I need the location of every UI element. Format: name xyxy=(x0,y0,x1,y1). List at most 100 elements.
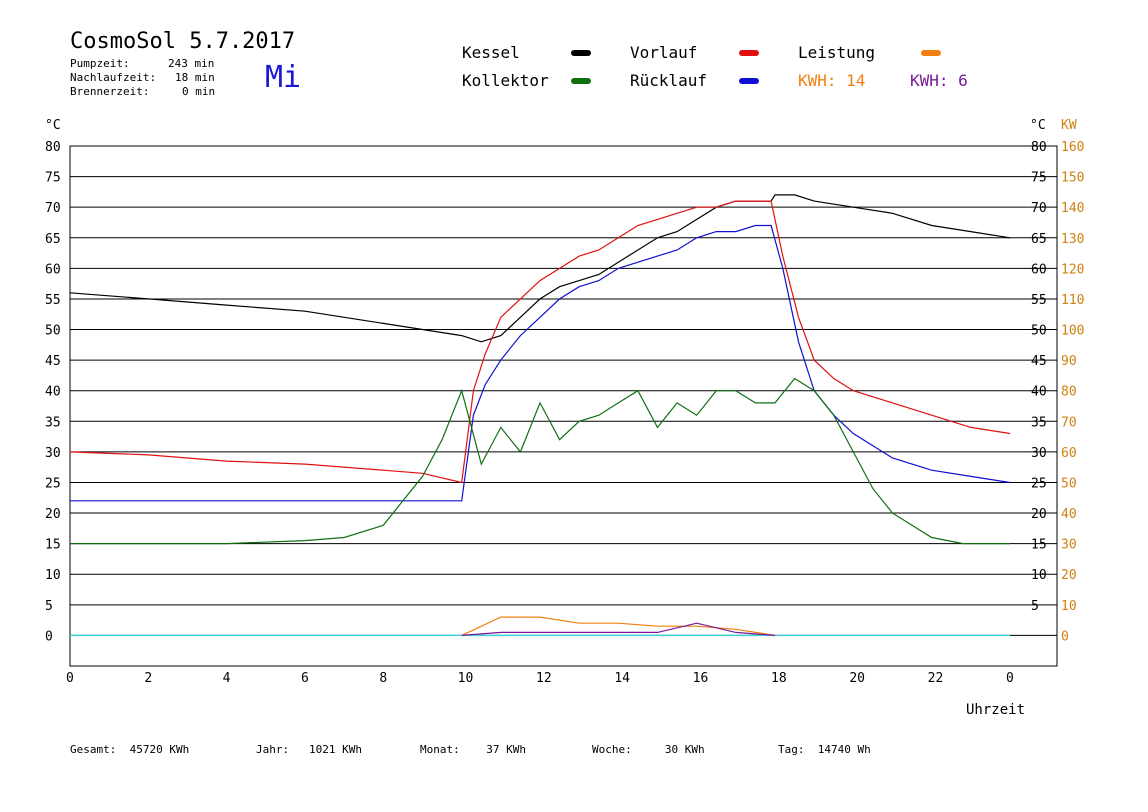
y-tick-label-right: 25 xyxy=(1031,476,1047,491)
y-tick-label: 5 xyxy=(45,599,53,614)
legend-kessel-swatch xyxy=(571,50,591,56)
x-tick-label: 4 xyxy=(223,671,231,686)
legend-vorlauf: Vorlauf xyxy=(630,43,698,62)
pumpzeit-value: 243 min xyxy=(168,57,215,70)
legend-kollektor: Kollektor xyxy=(462,71,549,90)
y-tick-label: 65 xyxy=(45,232,61,247)
legend-ruecklauf-swatch xyxy=(739,78,759,84)
x-tick-label: 0 xyxy=(1006,671,1014,686)
x-tick-label: 14 xyxy=(614,671,630,686)
y-axis-right-unit: °C xyxy=(1030,118,1046,133)
y-tick-label: 35 xyxy=(45,415,61,430)
series-lines xyxy=(69,194,1011,637)
y-axis-left-unit: °C xyxy=(45,118,61,133)
kw-tick-label: 0 xyxy=(1061,629,1069,644)
weekday-label: Mi xyxy=(265,60,302,95)
chart-svg: 05101520253035404550556065707580 5101520… xyxy=(45,118,1084,718)
kw-tick-label: 30 xyxy=(1061,538,1077,553)
x-tick-label: 0 xyxy=(66,671,74,686)
y-tick-label: 40 xyxy=(45,385,61,400)
y-tick-label: 55 xyxy=(45,293,61,308)
y-tick-label: 80 xyxy=(45,140,61,155)
legend-kwh-leistung: KWH: 14 xyxy=(798,71,866,90)
y-tick-label-right: 70 xyxy=(1031,201,1047,216)
kw-tick-label: 150 xyxy=(1061,171,1084,186)
y-axis-left: 0 5 10 15 20 25 30 35 40 45 50 55 60 65 70 75 80 xyxy=(45,140,61,644)
x-axis: 0 2 4 6 8 10 12 14 16 18 20 22 0 xyxy=(66,671,1014,686)
legend-ruecklauf: Rücklauf xyxy=(630,71,708,90)
y-tick-label: 50 xyxy=(45,324,61,339)
y-tick-label-right: 30 xyxy=(1031,446,1047,461)
x-tick-label: 22 xyxy=(928,671,944,686)
series-line-kollektor xyxy=(70,377,1010,545)
footer-gesamt: Gesamt: 45720 KWh xyxy=(70,743,190,756)
footer-jahr: Jahr: 1021 KWh xyxy=(256,743,362,756)
y-tick-label: 20 xyxy=(45,507,61,522)
y-tick-label-right: 40 xyxy=(1031,385,1047,400)
x-tick-label: 6 xyxy=(301,671,309,686)
kw-tick-label: 40 xyxy=(1061,507,1077,522)
legend-leistung: Leistung xyxy=(798,43,876,62)
brenner-value: 0 min xyxy=(182,85,216,98)
legend-kessel: Kessel xyxy=(462,43,520,62)
series-line-vorlauf xyxy=(69,200,1011,484)
kw-tick-label: 60 xyxy=(1061,446,1077,461)
y-tick-label: 30 xyxy=(45,446,61,461)
brenner-label: Brennerzeit: xyxy=(70,85,150,98)
footer-monat: Monat: 37 KWh xyxy=(420,743,526,756)
y-tick-label: 0 xyxy=(45,629,53,644)
kw-tick-label: 160 xyxy=(1061,140,1084,155)
y-tick-label-right: 60 xyxy=(1031,262,1047,277)
y-tick-label-right: 50 xyxy=(1031,324,1047,339)
legend-leistung-swatch xyxy=(921,50,941,56)
chart-title: CosmoSol 5.7.2017 xyxy=(70,29,296,54)
pumpzeit-label: Pumpzeit: xyxy=(70,57,130,70)
y-axis-kw: 0 10 20 30 40 50 60 70 80 90 100 110 120 130 140 150 160 xyxy=(1061,140,1084,644)
y-tick-label-right: 5 xyxy=(1031,599,1039,614)
kw-tick-label: 50 xyxy=(1061,476,1077,491)
x-axis-label: Uhrzeit xyxy=(966,702,1025,718)
series-line-kwh-6 xyxy=(461,622,776,636)
legend-vorlauf-swatch xyxy=(739,50,759,56)
kw-tick-label: 10 xyxy=(1061,599,1077,614)
y-axis-kw-unit: KW xyxy=(1061,118,1077,133)
kw-tick-label: 80 xyxy=(1061,385,1077,400)
nachlauf-value: 18 min xyxy=(175,71,215,84)
kw-tick-label: 100 xyxy=(1061,324,1084,339)
y-tick-label: 70 xyxy=(45,201,61,216)
x-tick-label: 12 xyxy=(536,671,552,686)
y-tick-label-right: 75 xyxy=(1031,171,1047,186)
x-tick-label: 10 xyxy=(458,671,474,686)
y-tick-label: 75 xyxy=(45,171,61,186)
y-tick-label-right: 65 xyxy=(1031,232,1047,247)
y-tick-label: 45 xyxy=(45,354,61,369)
y-tick-label-right: 15 xyxy=(1031,538,1047,553)
footer-woche: Woche: 30 KWh xyxy=(592,743,705,756)
legend-kollektor-swatch xyxy=(571,78,591,84)
y-tick-label: 15 xyxy=(45,538,61,553)
y-tick-label-right: 10 xyxy=(1031,568,1047,583)
y-tick-label: 25 xyxy=(45,476,61,491)
legend-kwh-second: KWH: 6 xyxy=(910,71,968,90)
y-tick-label: 10 xyxy=(45,568,61,583)
y-tick-label-right: 20 xyxy=(1031,507,1047,522)
kw-tick-label: 20 xyxy=(1061,568,1077,583)
nachlauf-label: Nachlaufzeit: xyxy=(70,71,157,84)
gridlines xyxy=(70,145,1057,636)
x-tick-label: 2 xyxy=(144,671,152,686)
x-tick-label: 8 xyxy=(379,671,387,686)
kw-tick-label: 70 xyxy=(1061,415,1077,430)
kw-tick-label: 130 xyxy=(1061,232,1084,247)
kw-tick-label: 140 xyxy=(1061,201,1084,216)
kw-tick-label: 120 xyxy=(1061,262,1084,277)
x-tick-label: 16 xyxy=(693,671,709,686)
y-tick-label-right: 80 xyxy=(1031,140,1047,155)
x-tick-label: 18 xyxy=(771,671,787,686)
y-tick-label: 60 xyxy=(45,262,61,277)
y-axis-right: 5 10 15 20 25 30 35 40 45 50 55 60 65 70 75 80 xyxy=(1031,140,1047,614)
kw-tick-label: 90 xyxy=(1061,354,1077,369)
x-tick-label: 20 xyxy=(849,671,865,686)
y-tick-label-right: 55 xyxy=(1031,293,1047,308)
footer-tag: Tag: 14740 Wh xyxy=(778,743,871,756)
kw-tick-label: 110 xyxy=(1061,293,1084,308)
